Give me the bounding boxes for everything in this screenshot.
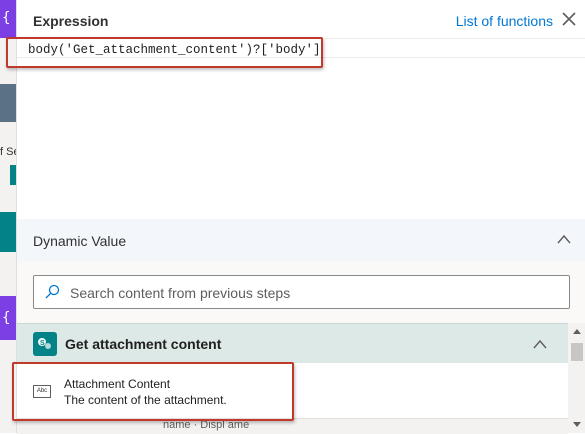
bg-compose-action: {	[0, 0, 16, 38]
panel-header: Expression List of functions	[17, 0, 585, 38]
chevron-up-icon[interactable]	[556, 233, 572, 245]
bg-sharepoint-action	[0, 212, 16, 252]
chevron-up-icon[interactable]	[532, 338, 548, 350]
bg-action-card	[0, 84, 16, 122]
list-of-functions-link[interactable]: List of functions	[456, 13, 553, 29]
braces-icon: {	[2, 10, 11, 26]
scroll-up-arrow-icon[interactable]	[572, 327, 582, 335]
bg-compose-action-2: {	[0, 296, 16, 340]
svg-text:S: S	[40, 340, 45, 347]
dynamic-value-title: Dynamic Value	[33, 233, 127, 249]
item-highlight-box	[12, 362, 294, 421]
sharepoint-icon: S	[33, 332, 57, 356]
bg-label: f Se	[0, 146, 16, 158]
scroll-thumb[interactable]	[571, 343, 583, 361]
dynamic-value-header[interactable]: Dynamic Value	[17, 219, 585, 261]
search-box[interactable]	[33, 275, 570, 310]
panel-title: Expression	[33, 13, 109, 29]
search-icon	[45, 284, 60, 299]
braces-icon: {	[2, 310, 11, 326]
scrollbar[interactable]	[568, 323, 585, 433]
scroll-down-arrow-icon[interactable]	[572, 421, 582, 429]
group-title: Get attachment content	[65, 336, 222, 352]
group-header[interactable]: S Get attachment content	[17, 323, 568, 364]
expression-highlight-box	[6, 37, 323, 68]
search-input[interactable]	[68, 276, 562, 310]
close-icon[interactable]	[560, 10, 578, 28]
